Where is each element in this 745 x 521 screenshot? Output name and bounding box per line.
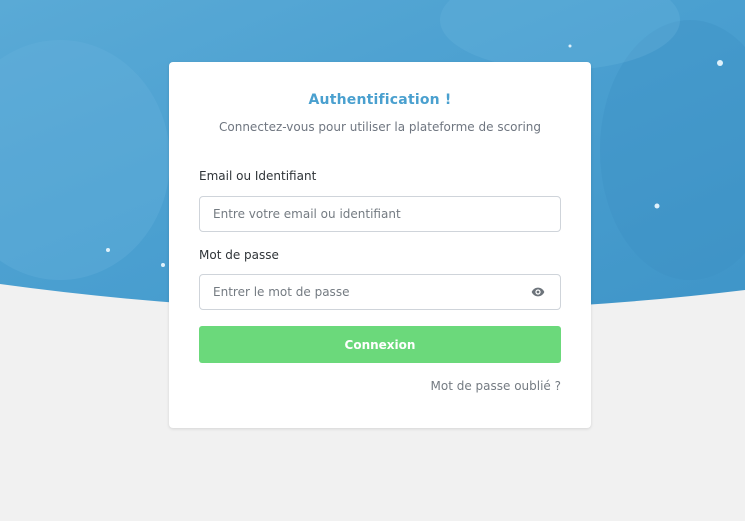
connexion-button[interactable]: Connexion	[199, 326, 561, 363]
sparkle-dot	[654, 203, 660, 209]
forgot-password-link[interactable]: Mot de passe oublié ?	[431, 379, 562, 393]
sparkle-dot	[161, 263, 165, 267]
password-field[interactable]	[199, 274, 561, 310]
password-label: Mot de passe	[199, 248, 279, 262]
sparkle-dot	[106, 248, 110, 252]
email-field[interactable]	[199, 196, 561, 232]
login-card: Authentification ! Connectez-vous pour u…	[169, 62, 591, 428]
email-label: Email ou Identifiant	[199, 169, 317, 183]
sparkle-dot	[717, 60, 723, 66]
login-subtitle: Connectez-vous pour utiliser la platefor…	[219, 120, 541, 134]
sparkle-dot	[568, 44, 572, 48]
login-title: Authentification !	[308, 92, 452, 108]
eye-icon[interactable]	[531, 286, 545, 298]
